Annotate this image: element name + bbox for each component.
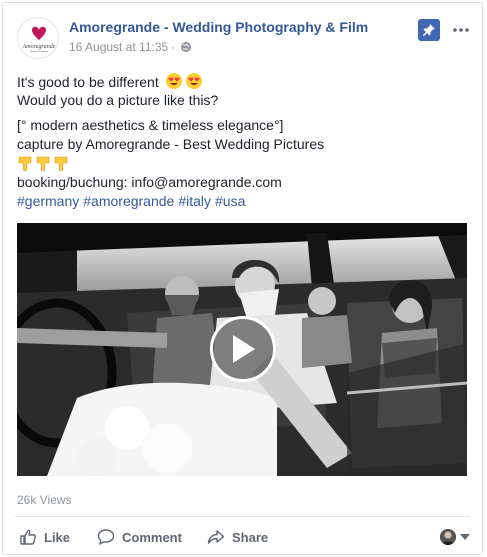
text-line: Would you do a picture like this? bbox=[17, 92, 219, 108]
video-player[interactable] bbox=[17, 223, 467, 476]
hashtag-link[interactable]: #usa bbox=[215, 193, 245, 209]
comment-icon bbox=[97, 529, 115, 545]
more-options-icon[interactable] bbox=[450, 21, 472, 39]
post-card: Amoregrande Amoregrande - Wedding Photog… bbox=[2, 2, 483, 555]
post-text: It's good to be different Would you do a… bbox=[17, 72, 470, 211]
post-header: Amoregrande Amoregrande - Wedding Photog… bbox=[17, 15, 472, 61]
post-meta: 16 August at 11:35 · bbox=[69, 40, 192, 54]
share-label: Share bbox=[232, 529, 269, 545]
post-as-selector[interactable] bbox=[440, 526, 470, 548]
chevron-down-icon bbox=[460, 534, 470, 540]
play-button-icon[interactable] bbox=[210, 316, 276, 382]
hashtags: #germany #amoregrande #italy #usa bbox=[17, 192, 470, 211]
page-avatar[interactable]: Amoregrande bbox=[17, 17, 59, 59]
comment-button[interactable]: Comment bbox=[97, 524, 182, 550]
thumbs-up-icon bbox=[20, 529, 36, 545]
hashtag-link[interactable]: #amoregrande bbox=[83, 193, 174, 209]
divider bbox=[15, 516, 470, 517]
point-down-emoji-icon bbox=[18, 156, 68, 172]
share-button[interactable]: Share bbox=[207, 524, 268, 550]
hashtag-link[interactable]: #italy bbox=[178, 193, 211, 209]
like-button[interactable]: Like bbox=[19, 524, 70, 550]
like-label: Like bbox=[44, 529, 71, 545]
text-line: [° modern aesthetics & timeless elegance… bbox=[17, 117, 284, 133]
amoregrande-logo: Amoregrande bbox=[18, 18, 58, 58]
hashtag-link[interactable]: #germany bbox=[17, 193, 79, 209]
heart-eyes-emoji-icon bbox=[165, 73, 182, 89]
page-name-link[interactable]: Amoregrande - Wedding Photography & Film bbox=[69, 19, 368, 35]
svg-text:Amoregrande: Amoregrande bbox=[22, 44, 56, 50]
point-down-emojis bbox=[17, 154, 470, 173]
text-line: capture by Amoregrande - Best Wedding Pi… bbox=[17, 136, 325, 152]
globe-icon[interactable] bbox=[180, 41, 192, 53]
comment-label: Comment bbox=[122, 529, 182, 545]
meta-separator: · bbox=[171, 40, 176, 54]
text-line: booking/buchung: info@amoregrande.com bbox=[17, 174, 282, 190]
share-icon bbox=[207, 530, 225, 544]
view-count: 26k Views bbox=[17, 493, 72, 507]
action-bar: Like Comment Share bbox=[15, 522, 470, 552]
heart-eyes-emoji-icon bbox=[185, 73, 202, 89]
pin-icon[interactable] bbox=[418, 19, 440, 41]
text-line: It's good to be different bbox=[17, 72, 470, 91]
post-timestamp[interactable]: 16 August at 11:35 bbox=[69, 40, 168, 54]
viewer-avatar bbox=[440, 529, 456, 545]
